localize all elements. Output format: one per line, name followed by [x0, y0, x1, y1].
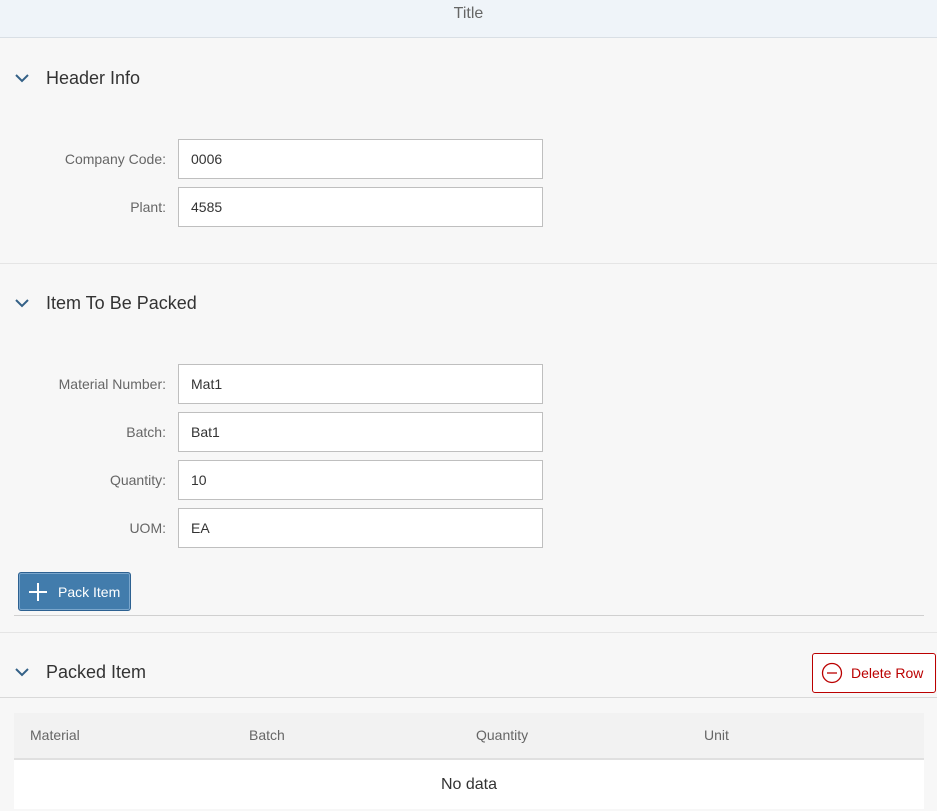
quantity-field[interactable]: [178, 460, 543, 500]
section-header-divider: [0, 697, 937, 698]
column-header-material[interactable]: Material: [30, 727, 80, 743]
delete-row-label: Delete Row: [851, 665, 924, 681]
form-divider: [14, 615, 924, 616]
minus-circle-icon: [821, 662, 843, 684]
company-code-label: Company Code:: [64, 151, 166, 167]
packed-items-table: Material Batch Quantity Unit No data: [14, 713, 924, 811]
page-header: Title: [0, 0, 937, 38]
company-code-field[interactable]: [178, 139, 543, 179]
section-divider: [0, 263, 937, 264]
table-header-row: Material Batch Quantity Unit: [14, 713, 924, 760]
plant-field[interactable]: [178, 187, 543, 227]
column-header-batch[interactable]: Batch: [249, 727, 285, 743]
section-header-packed-item[interactable]: Packed Item: [0, 657, 146, 687]
uom-label: UOM:: [129, 520, 166, 536]
material-number-field[interactable]: [178, 364, 543, 404]
page-title: Title: [453, 5, 484, 22]
section-header-item-to-pack[interactable]: Item To Be Packed: [0, 288, 197, 318]
section-divider: [0, 632, 937, 633]
plus-icon: [29, 582, 47, 601]
pack-item-button[interactable]: Pack Item: [18, 572, 131, 611]
material-number-label: Material Number:: [58, 376, 166, 392]
column-header-quantity[interactable]: Quantity: [476, 727, 528, 743]
table-empty-message: No data: [14, 760, 924, 809]
chevron-down-icon[interactable]: [12, 662, 32, 682]
section-title: Packed Item: [46, 661, 147, 682]
delete-row-button[interactable]: Delete Row: [812, 653, 936, 693]
quantity-label: Quantity:: [109, 472, 166, 488]
uom-field[interactable]: [178, 508, 543, 548]
pack-item-label: Pack Item: [58, 583, 121, 600]
column-header-unit[interactable]: Unit: [704, 727, 729, 743]
section-header-info[interactable]: Header Info: [0, 63, 140, 93]
batch-label: Batch:: [126, 424, 166, 440]
batch-field[interactable]: [178, 412, 543, 452]
section-title: Header Info: [46, 67, 141, 88]
chevron-down-icon[interactable]: [12, 293, 32, 313]
chevron-down-icon[interactable]: [12, 68, 32, 88]
section-title: Item To Be Packed: [46, 292, 197, 313]
plant-label: Plant:: [130, 199, 166, 215]
